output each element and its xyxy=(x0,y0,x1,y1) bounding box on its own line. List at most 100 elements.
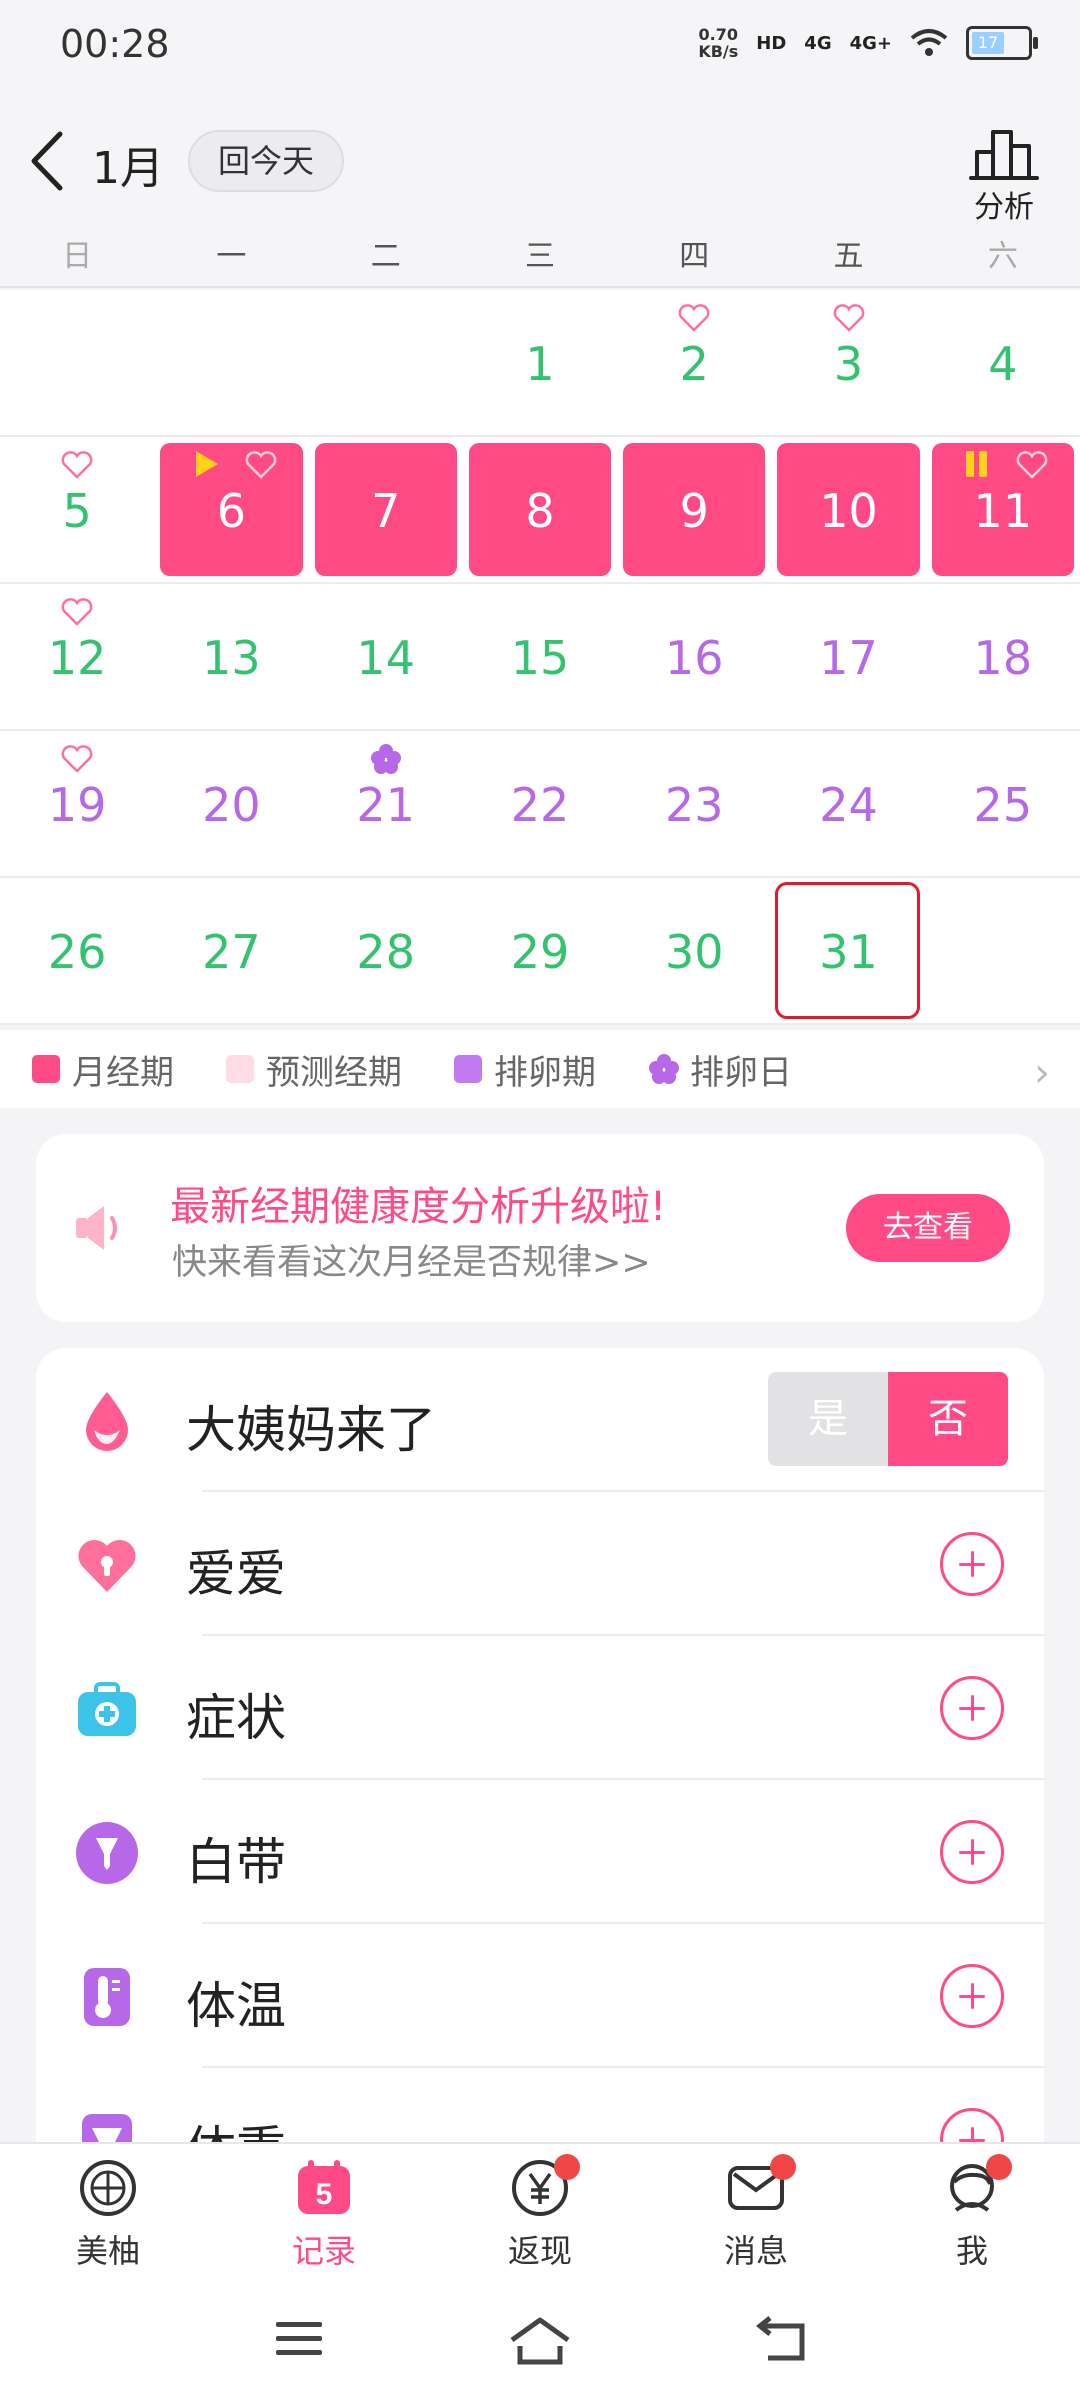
calendar-day-number: 12 xyxy=(47,631,107,685)
month-title[interactable]: 1月 xyxy=(92,132,164,196)
tab-messages[interactable]: 消息 xyxy=(648,2144,864,2284)
calendar-day-22[interactable]: 22 xyxy=(463,731,617,876)
calendar-day-number: 20 xyxy=(202,778,261,832)
legend-ovulation-day: 排卵日 xyxy=(648,1045,792,1094)
weekday-tue: 二 xyxy=(370,239,401,274)
calendar-day-28[interactable]: 28 xyxy=(309,878,463,1023)
system-nav-bar xyxy=(0,2284,1080,2404)
bar-chart-icon xyxy=(969,130,1039,180)
record-row-symptom[interactable]: 症状 xyxy=(36,1636,1044,1780)
record-row-discharge[interactable]: 白带 xyxy=(36,1780,1044,1924)
calendar-day-4[interactable]: 4 xyxy=(926,290,1080,435)
calendar-day-14[interactable]: 14 xyxy=(309,584,463,729)
menu-icon[interactable] xyxy=(274,2316,324,2360)
calendar-day-10[interactable]: 10 xyxy=(771,437,925,582)
view-button[interactable]: 去查看 xyxy=(846,1194,1010,1262)
chevron-right-icon[interactable]: › xyxy=(1034,1050,1050,1096)
calendar-day-25[interactable]: 25 xyxy=(926,731,1080,876)
calendar-day-31[interactable]: 31 xyxy=(771,878,925,1023)
calendar-day-8[interactable]: 8 xyxy=(463,437,617,582)
net-speed: 0.70 KB/s xyxy=(698,25,739,61)
calendar-day-number: 22 xyxy=(510,778,570,832)
calendar-week-row: 19 20 21 22 23 24 25 xyxy=(0,731,1080,878)
calendar-day-20[interactable]: 20 xyxy=(154,731,308,876)
back-to-today-button[interactable]: 回今天 xyxy=(188,130,344,192)
flower-icon xyxy=(649,1054,679,1084)
weekday-mon: 一 xyxy=(216,239,247,274)
calendar-day-16[interactable]: 16 xyxy=(617,584,771,729)
calendar-day-number: 17 xyxy=(819,631,878,685)
calendar-day-1[interactable]: 1 xyxy=(463,290,617,435)
add-discharge-icon[interactable] xyxy=(940,1820,1004,1884)
record-label-symptom: 症状 xyxy=(186,1689,286,1747)
calendar-day-13[interactable]: 13 xyxy=(154,584,308,729)
calendar-day-9[interactable]: 9 xyxy=(617,437,771,582)
weekday-sun: 日 xyxy=(62,239,93,274)
calendar-day-number: 21 xyxy=(356,778,415,832)
signal-plus-icon: 4G+ xyxy=(849,32,892,54)
record-row-love[interactable]: 爱爱 xyxy=(36,1492,1044,1636)
calendar-day-7[interactable]: 7 xyxy=(309,437,463,582)
legend-ovulation-swatch xyxy=(454,1055,482,1083)
calendar-day-12[interactable]: 12 xyxy=(0,584,154,729)
record-label-temperature: 体温 xyxy=(186,1977,286,2035)
calendar-day-30[interactable]: 30 xyxy=(617,878,771,1023)
calendar-day-26[interactable]: 26 xyxy=(0,878,154,1023)
tab-me[interactable]: 我 xyxy=(864,2144,1080,2284)
hd-icon: HD xyxy=(756,32,787,54)
tab-record[interactable]: 5 记录 xyxy=(216,2144,432,2284)
heart-icon xyxy=(61,451,93,479)
calendar-day-number: 13 xyxy=(202,631,261,685)
toggle-no[interactable]: 否 xyxy=(888,1372,1008,1466)
heart-icon xyxy=(245,451,277,479)
calendar-day-11[interactable]: 11 xyxy=(926,437,1080,582)
record-row-temperature[interactable]: 体温 xyxy=(36,1924,1044,2068)
calendar-day-21[interactable]: 21 xyxy=(309,731,463,876)
calendar-day-number: 26 xyxy=(47,925,107,979)
calendar-day-23[interactable]: 23 xyxy=(617,731,771,876)
analysis-button[interactable]: 分析 xyxy=(964,122,1044,226)
banner-subtitle: 快来看看这次月经是否规律>> xyxy=(172,1243,651,1283)
back-icon[interactable] xyxy=(22,126,72,196)
legend-predicted-period: 预测经期 xyxy=(226,1045,402,1094)
svg-text:5: 5 xyxy=(316,2178,333,2211)
calendar-day-27[interactable]: 27 xyxy=(154,878,308,1023)
calendar-day-number: 25 xyxy=(973,778,1033,832)
calendar-week-row: 12 13 14 15 16 17 18 xyxy=(0,584,1080,731)
calendar-day-3[interactable]: 3 xyxy=(771,290,925,435)
toggle-yes[interactable]: 是 xyxy=(768,1372,888,1466)
add-symptom-icon[interactable] xyxy=(940,1676,1004,1740)
calendar-day-number: 18 xyxy=(973,631,1033,685)
calendar-day-24[interactable]: 24 xyxy=(771,731,925,876)
weekday-sat: 六 xyxy=(987,239,1018,274)
calendar-empty-cell xyxy=(309,290,463,435)
home-icon[interactable] xyxy=(508,2316,572,2366)
calendar-day-number: 31 xyxy=(819,925,878,979)
calendar-day-2[interactable]: 2 xyxy=(617,290,771,435)
add-temperature-icon[interactable] xyxy=(940,1964,1004,2028)
calendar-day-17[interactable]: 17 xyxy=(771,584,925,729)
back-nav-icon[interactable] xyxy=(754,2316,808,2366)
health-analysis-banner[interactable]: 最新经期健康度分析升级啦! 快来看看这次月经是否规律>> 去查看 xyxy=(36,1134,1044,1322)
calendar-day-5[interactable]: 5 xyxy=(0,437,154,582)
record-list: 大姨妈来了 是 否 爱爱 症状 白带 体温 xyxy=(36,1348,1044,2148)
calendar-day-number: 19 xyxy=(47,778,107,832)
calendar-day-number: 6 xyxy=(216,484,247,538)
calendar-day-6[interactable]: 6 xyxy=(154,437,308,582)
calendar-day-29[interactable]: 29 xyxy=(463,878,617,1023)
calendar-day-18[interactable]: 18 xyxy=(926,584,1080,729)
calendar-empty-cell xyxy=(154,290,308,435)
record-label-love: 爱爱 xyxy=(186,1545,286,1603)
heart-icon xyxy=(61,745,93,773)
calendar-day-15[interactable]: 15 xyxy=(463,584,617,729)
add-love-icon[interactable] xyxy=(940,1532,1004,1596)
calendar-day-number: 30 xyxy=(664,925,724,979)
period-toggle[interactable]: 是 否 xyxy=(768,1372,1008,1466)
calendar-day-19[interactable]: 19 xyxy=(0,731,154,876)
calendar-week-row: 1 2 3 4 xyxy=(0,290,1080,437)
status-icons: 0.70 KB/s HD 4G 4G+ 17 xyxy=(698,25,1038,61)
period-label: 大姨妈来了 xyxy=(186,1401,436,1459)
record-row-weight[interactable]: 体重 xyxy=(36,2068,1044,2148)
tab-cashback[interactable]: 返现 xyxy=(432,2144,648,2284)
tab-meiyou[interactable]: 美柚 xyxy=(0,2144,216,2284)
